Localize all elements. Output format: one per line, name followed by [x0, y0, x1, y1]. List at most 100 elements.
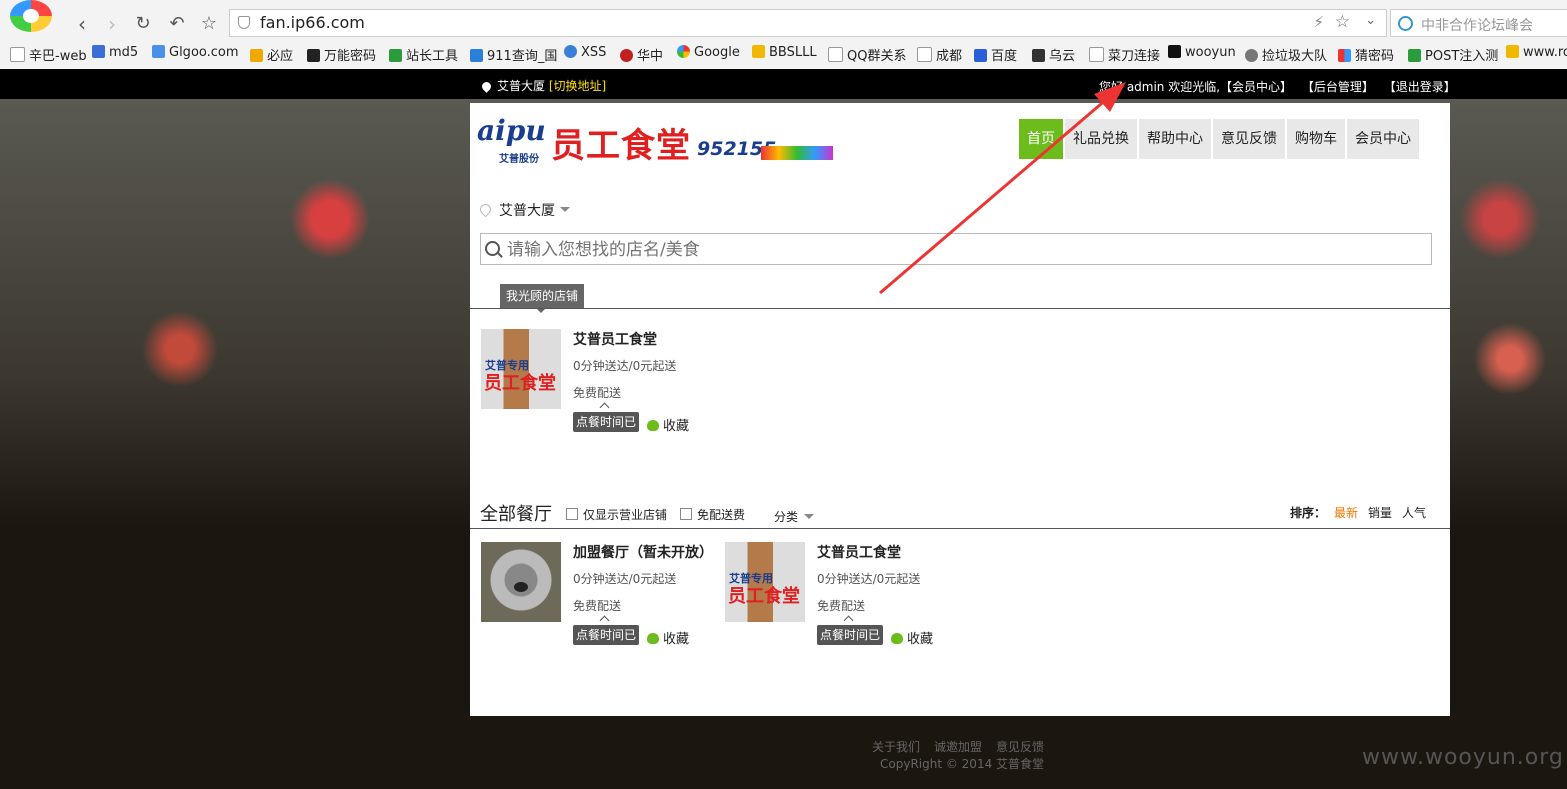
restaurant-delivery-info: 0分钟送达/0元起送	[573, 572, 677, 586]
bookmark-star-icon[interactable]: ☆	[197, 12, 221, 36]
current-location: 艾普大厦 [切换地址]	[480, 77, 606, 94]
bookmark-item[interactable]: 万能密码	[307, 45, 376, 64]
restaurant-delivery-fee: 免费配送	[817, 599, 866, 613]
checkbox-icon[interactable]	[566, 508, 578, 520]
dropdown-arrow-icon	[560, 207, 570, 217]
bookmark-item[interactable]: 华中	[620, 45, 663, 64]
order-time-badge: 点餐时间已	[573, 625, 640, 645]
nav-cart[interactable]: 购物车	[1287, 119, 1345, 159]
bookmark-item[interactable]: 捡垃圾大队	[1245, 45, 1327, 64]
nav-gift-exchange[interactable]: 礼品兑换	[1065, 119, 1137, 159]
logout-link[interactable]: 【退出登录】	[1384, 80, 1456, 94]
lightning-icon[interactable]: ⚡	[1313, 13, 1324, 31]
restaurant-thumbnail[interactable]: 艾普专用 员工食堂	[725, 542, 805, 622]
bookmark-item[interactable]: www.ro	[1506, 45, 1567, 60]
bookmark-item[interactable]: QQ群关系	[828, 45, 906, 64]
store-delivery-fee: 免费配送	[573, 386, 622, 400]
bookmark-item[interactable]: BBSLLL	[752, 45, 817, 60]
bookmark-item[interactable]: 必应	[250, 45, 293, 64]
location-select[interactable]: 艾普大厦	[477, 200, 570, 220]
favorite-star-icon[interactable]: ☆	[1335, 12, 1350, 32]
all-restaurants-title: 全部餐厅	[480, 504, 552, 525]
restaurant-thumbnail[interactable]	[481, 542, 561, 622]
bookmark-item[interactable]: 辛巴-web	[10, 45, 87, 64]
footer-join-link[interactable]: 诚邀加盟	[934, 740, 982, 754]
top-bar: 艾普大厦 [切换地址] 您好 admin 欢迎光临,【会员中心】 【后台管理】 …	[0, 69, 1567, 99]
favorite-button[interactable]: 收藏	[891, 628, 933, 647]
location-pin-icon	[480, 80, 493, 93]
main-nav: 首页 礼品兑换 帮助中心 意见反馈 购物车 会员中心	[1019, 119, 1421, 159]
search-input[interactable]	[505, 237, 1409, 263]
bookmarks-bar: 辛巴-web md5 Glgoo.com 必应 万能密码 站长工具 911查询_…	[0, 42, 1567, 68]
bookmark-item[interactable]: 站长工具	[389, 45, 458, 64]
forward-icon[interactable]: ›	[100, 12, 124, 36]
restaurant-delivery-info: 0分钟送达/0元起送	[817, 572, 921, 586]
footer-links: 关于我们 诚邀加盟 意见反馈	[872, 738, 1058, 755]
sort-newest[interactable]: 最新	[1334, 506, 1358, 520]
back-icon[interactable]: ‹	[70, 12, 94, 36]
divider	[470, 528, 1450, 529]
nav-member-center[interactable]: 会员中心	[1347, 119, 1419, 159]
bookmark-item[interactable]: Google	[677, 45, 740, 60]
store-thumbnail[interactable]: 艾普专用 员工食堂	[481, 329, 561, 409]
address-url[interactable]: fan.ip66.com	[260, 13, 365, 32]
store-search	[480, 233, 1432, 265]
footer-about-link[interactable]: 关于我们	[872, 740, 920, 754]
browser-search-box[interactable]: 中非合作论坛峰会	[1390, 9, 1567, 37]
bookmark-item[interactable]: 猜密码	[1338, 45, 1394, 64]
bookmark-item[interactable]: 菜刀连接	[1089, 45, 1160, 64]
bookmark-item[interactable]: Glgoo.com	[152, 45, 239, 60]
browser-logo-icon[interactable]	[10, 0, 52, 32]
chevron-down-icon[interactable]: ⌄	[1365, 13, 1376, 28]
heart-icon	[647, 420, 659, 431]
nav-help-center[interactable]: 帮助中心	[1139, 119, 1211, 159]
site-logo[interactable]: aipu 艾普股份 员工食堂 952155	[477, 110, 837, 166]
watermark: www.wooyun.org	[1362, 745, 1564, 770]
free-delivery-checkbox[interactable]: 免配送费	[680, 506, 745, 523]
shield-icon	[238, 16, 250, 29]
logo-banner-strip	[761, 146, 833, 160]
nav-home[interactable]: 首页	[1019, 119, 1063, 159]
bookmark-item[interactable]: md5	[92, 45, 138, 60]
heart-icon	[647, 633, 659, 644]
bookmark-item[interactable]: 百度	[974, 45, 1017, 64]
store-name[interactable]: 艾普员工食堂	[573, 329, 657, 349]
bookmark-item[interactable]: POST注入测	[1408, 45, 1498, 64]
restaurant-name[interactable]: 艾普员工食堂	[817, 542, 901, 562]
switch-address-link[interactable]: [切换地址]	[549, 79, 606, 93]
favorite-button[interactable]: 收藏	[647, 628, 689, 647]
divider	[470, 308, 1450, 309]
sort-sales[interactable]: 销量	[1368, 506, 1392, 520]
restaurant-delivery-fee: 免费配送	[573, 599, 622, 613]
visited-stores-tab[interactable]: 我光顾的店铺	[500, 284, 585, 313]
bookmark-item[interactable]: 成都	[917, 45, 962, 64]
address-bar[interactable]: fan.ip66.com ⚡ ☆ ⌄	[229, 9, 1387, 37]
undo-icon[interactable]: ↶	[165, 12, 189, 36]
reload-icon[interactable]: ↻	[131, 12, 155, 36]
sort-options: 排序： 最新 销量 人气	[1290, 504, 1426, 521]
bookmark-item[interactable]: 乌云	[1032, 45, 1075, 64]
favorite-button[interactable]: 收藏	[647, 415, 689, 434]
location-pin-icon	[477, 201, 494, 218]
order-time-badge: 点餐时间已	[573, 412, 640, 432]
heart-icon	[891, 633, 903, 644]
admin-panel-link[interactable]: 【后台管理】	[1302, 80, 1374, 94]
sort-label: 排序：	[1290, 506, 1327, 520]
store-card[interactable]: 艾普专用 员工食堂 艾普员工食堂 0分钟送达/0元起送 免费配送 点餐时间已 收…	[481, 329, 721, 439]
category-dropdown[interactable]: 分类	[774, 508, 814, 525]
restaurant-name[interactable]: 加盟餐厅（暂未开放）	[573, 542, 713, 562]
bookmark-item[interactable]: wooyun	[1168, 45, 1236, 60]
copyright: CopyRight © 2014 艾普食堂	[880, 757, 1045, 771]
member-center-link[interactable]: 【会员中心】	[1220, 80, 1292, 94]
open-only-checkbox[interactable]: 仅显示营业店铺	[566, 506, 667, 523]
restaurant-card[interactable]: 艾普专用 员工食堂 艾普员工食堂 0分钟送达/0元起送 免费配送 点餐时间已 收…	[725, 542, 965, 652]
bookmark-item[interactable]: XSS	[564, 45, 606, 60]
footer-feedback-link[interactable]: 意见反馈	[996, 740, 1044, 754]
order-time-badge: 点餐时间已	[817, 625, 884, 645]
restaurant-card[interactable]: 加盟餐厅（暂未开放） 0分钟送达/0元起送 免费配送 点餐时间已 收藏	[481, 542, 721, 652]
nav-feedback[interactable]: 意见反馈	[1213, 119, 1285, 159]
bookmark-item[interactable]: 911查询_国	[470, 45, 557, 64]
search-engine-icon	[1398, 16, 1413, 31]
sort-popularity[interactable]: 人气	[1402, 506, 1426, 520]
checkbox-icon[interactable]	[680, 508, 692, 520]
